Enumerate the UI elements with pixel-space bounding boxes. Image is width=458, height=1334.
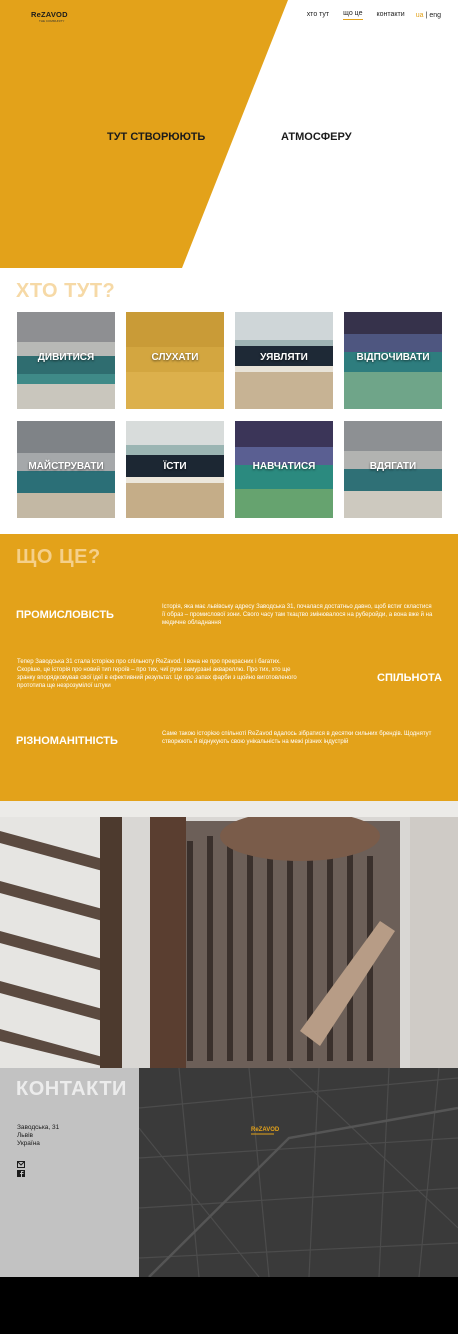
community-heading: СПІЛЬНОТА (377, 672, 443, 684)
map-logo-text: ReZAVOD (251, 1127, 280, 1133)
diversity-text: Саме такою історією спільноті ReZavod вд… (162, 731, 432, 745)
tile-learn[interactable]: НАВЧАТИСЯ (235, 421, 333, 518)
tile-listen[interactable]: СЛУХАТИ (126, 312, 224, 409)
logo-subtext: THE COMMUNITY (39, 19, 65, 23)
contacts-title: КОНТАКТИ (16, 1078, 127, 1100)
logo[interactable]: ReZAVOD THE COMMUNITY (31, 10, 68, 23)
what-section: ЩО ЦЕ? ПРОМИСЛОВІСТЬ Історія, яка має ль… (0, 534, 458, 801)
industry-text: Історія, яка має львівську адресу Заводс… (162, 604, 433, 626)
tile-label: НАВЧАТИСЯ (252, 461, 316, 472)
lang-eng-link[interactable]: eng (429, 12, 441, 19)
tile-label: ВІДПОЧИВАТИ (356, 352, 430, 363)
hero-section: ReZAVOD THE COMMUNITY хто тут що це конт… (0, 0, 458, 268)
tile-label: СЛУХАТИ (151, 352, 199, 363)
tile-label: МАЙСТРУВАТИ (28, 461, 104, 472)
address-country: Україна (17, 1140, 40, 1147)
hero-accent-shape (0, 0, 288, 268)
tile-label: ДИВИТИСЯ (37, 352, 95, 363)
mail-icon[interactable] (17, 1161, 25, 1168)
page-footer (0, 1277, 458, 1334)
lang-separator: | (425, 11, 428, 19)
diversity-heading: РІЗНОМАНІТНІСТЬ (16, 735, 118, 747)
who-section: ХТО ТУТ? ДИВИТИСЯ СЛУХАТИ УЯВЛЯТИ ВІДПОЧ… (0, 268, 458, 534)
nav-link-what[interactable]: що це (343, 10, 363, 20)
logo-text: ReZAVOD (31, 10, 68, 19)
language-switcher: ua | eng (416, 12, 441, 19)
tile-label: УЯВЛЯТИ (260, 352, 308, 363)
tile-watch[interactable]: ДИВИТИСЯ (17, 312, 115, 409)
community-text: Тепер Заводська 31 стала історією про сп… (17, 659, 297, 689)
facebook-icon[interactable] (17, 1170, 25, 1177)
address-city: Львів (17, 1132, 34, 1139)
industrial-photo-image (0, 801, 458, 1068)
nav-link-contacts[interactable]: контакти (377, 11, 405, 20)
main-nav: хто тут що це контакти ua | eng (293, 10, 441, 20)
tile-wear[interactable]: ВДЯГАТИ (344, 421, 442, 518)
tile-label: ЇСТИ (163, 461, 187, 472)
address-street: Заводська, 31 (17, 1124, 60, 1131)
who-title: ХТО ТУТ? (16, 280, 116, 302)
lang-ua-link[interactable]: ua (416, 12, 424, 19)
contacts-section: КОНТАКТИ Заводська, 31 Львів Україна ReZ… (0, 1068, 458, 1277)
map-image: ReZAVOD (139, 1068, 458, 1277)
nav-link-who[interactable]: хто тут (307, 11, 329, 20)
location-map[interactable]: ReZAVOD (139, 1068, 458, 1277)
tile-rest[interactable]: ВІДПОЧИВАТИ (344, 312, 442, 409)
industry-heading: ПРОМИСЛОВІСТЬ (16, 609, 114, 621)
tile-label: ВДЯГАТИ (369, 461, 417, 472)
industrial-photo (0, 801, 458, 1068)
tile-eat[interactable]: ЇСТИ (126, 421, 224, 518)
what-title: ЩО ЦЕ? (16, 546, 101, 568)
tile-craft[interactable]: МАЙСТРУВАТИ (17, 421, 115, 518)
hero-left-text: ТУТ СТВОРЮЮТЬ (107, 131, 206, 143)
contacts-info-panel: КОНТАКТИ Заводська, 31 Львів Україна (0, 1068, 139, 1277)
tile-imagine[interactable]: УЯВЛЯТИ (235, 312, 333, 409)
hero-right-text: АТМОСФЕРУ (281, 131, 352, 143)
